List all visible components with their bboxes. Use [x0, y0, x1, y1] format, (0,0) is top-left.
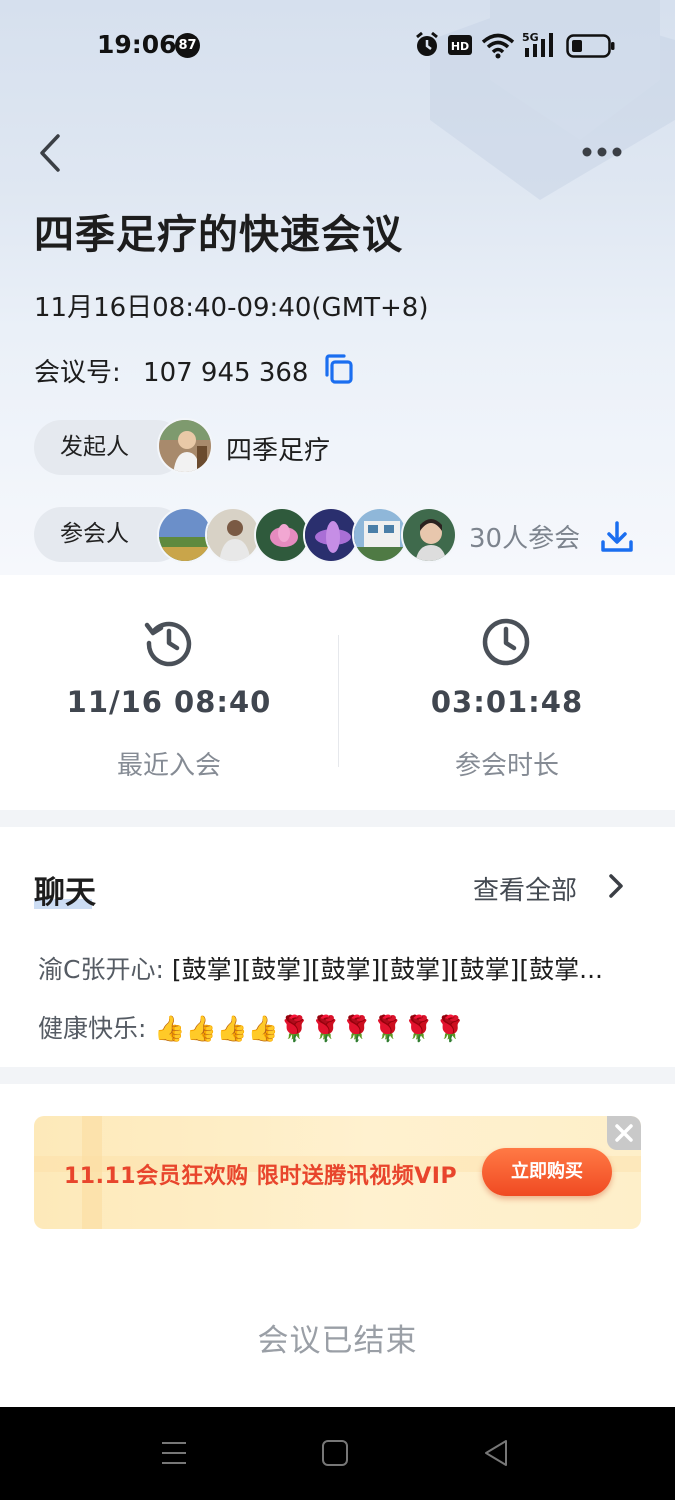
view-all-link[interactable]: 查看全部 — [473, 870, 577, 907]
meeting-title: 四季足疗的快速会议 — [34, 212, 403, 258]
chevron-right-icon[interactable] — [605, 872, 627, 900]
chat-text: [鼓掌][鼓掌][鼓掌][鼓掌][鼓掌][鼓掌... — [171, 955, 603, 984]
host-name: 四季足疗 — [226, 436, 331, 466]
duration-label: 参会时长 — [454, 751, 559, 781]
participant-avatar[interactable] — [401, 507, 457, 563]
promo-section: 11.11会员狂欢购 限时送腾讯视频VIP 立即购买 — [0, 1084, 675, 1262]
status-time: 19:06 — [97, 30, 177, 59]
chat-card: 聊天 查看全部 渝C张开心: [鼓掌][鼓掌][鼓掌][鼓掌][鼓掌][鼓掌..… — [0, 827, 675, 1067]
menu-icon[interactable] — [160, 1437, 188, 1469]
more-options-icon[interactable] — [578, 140, 626, 164]
history-icon — [144, 621, 192, 667]
chat-text: 👍👍👍👍🌹🌹🌹🌹🌹🌹 — [154, 1014, 466, 1043]
participants-count: 30人参会 — [469, 524, 581, 554]
cellular-signal-icon: 5G — [522, 31, 553, 57]
meeting-stats-card: 11/16 08:40 最近入会 03:01:48 参会时长 — [0, 575, 675, 810]
participant-avatar[interactable] — [303, 507, 359, 563]
copy-icon[interactable] — [322, 353, 354, 385]
participant-avatar[interactable] — [205, 507, 261, 563]
download-icon[interactable] — [600, 520, 634, 554]
participant-avatar[interactable] — [254, 507, 310, 563]
system-navigation-bar — [0, 1407, 675, 1500]
meeting-ended-section: 会议已结束 — [0, 1262, 675, 1407]
buy-now-button[interactable]: 立即购买 — [482, 1148, 612, 1196]
last-join-time: 11/16 08:40 — [66, 685, 272, 719]
participant-avatar[interactable] — [352, 507, 408, 563]
meeting-time-range: 11月16日08:40-09:40(GMT+8) — [34, 293, 429, 323]
back-icon[interactable] — [34, 132, 74, 174]
promo-text: 11.11会员狂欢购 限时送腾讯视频VIP — [64, 1164, 458, 1189]
notification-badge: 87 — [175, 33, 200, 58]
alarm-icon — [416, 31, 438, 56]
close-icon[interactable] — [607, 1116, 641, 1150]
last-join-label: 最近入会 — [116, 751, 221, 781]
hd-icon: HD — [448, 35, 472, 55]
network-type-label: 5G — [522, 31, 539, 44]
meeting-header-area: 19:06 87 HD 5G 四季足疗的快速会议 11月16日08:40-09:… — [0, 0, 675, 575]
chat-message: 渝C张开心: [鼓掌][鼓掌][鼓掌][鼓掌][鼓掌][鼓掌... — [38, 950, 603, 986]
wifi-icon — [481, 33, 515, 59]
battery-icon — [566, 34, 615, 58]
chat-title: 聊天 — [34, 875, 96, 911]
chat-sender: 健康快乐: — [38, 1014, 147, 1043]
meeting-id-label: 会议号: — [34, 358, 121, 388]
home-icon[interactable] — [321, 1437, 349, 1469]
status-bar: 19:06 87 HD 5G — [0, 0, 675, 90]
chat-message: 健康快乐: 👍👍👍👍🌹🌹🌹🌹🌹🌹 — [38, 1009, 466, 1045]
clock-icon — [482, 618, 530, 666]
back-triangle-icon[interactable] — [482, 1437, 510, 1469]
meeting-id-row: 会议号: 107 945 368 — [34, 352, 308, 389]
svg-text:HD: HD — [451, 40, 469, 53]
host-avatar[interactable] — [157, 418, 213, 474]
chat-sender: 渝C张开心: — [38, 955, 164, 984]
meeting-id-value: 107 945 368 — [143, 358, 309, 388]
meeting-ended-text: 会议已结束 — [257, 1323, 418, 1359]
promo-banner[interactable]: 11.11会员狂欢购 限时送腾讯视频VIP 立即购买 — [34, 1116, 641, 1229]
meeting-duration: 03:01:48 — [430, 685, 584, 719]
